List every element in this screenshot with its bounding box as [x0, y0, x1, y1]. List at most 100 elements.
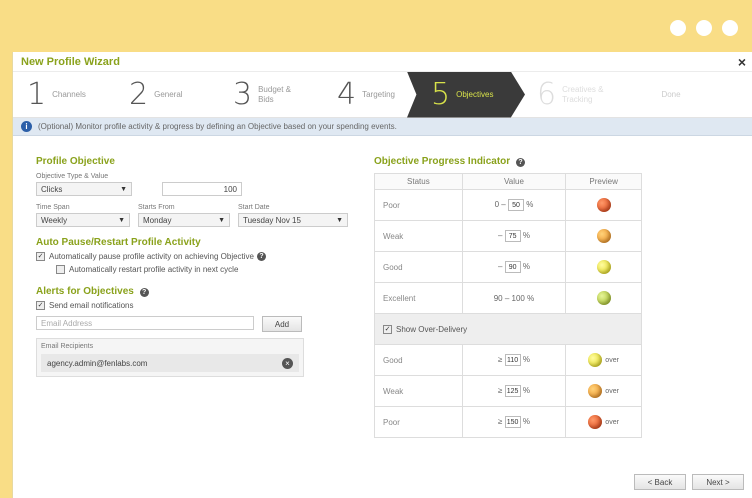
red-ball-icon	[588, 415, 603, 429]
table-row: Good – 90 %	[374, 251, 642, 283]
step-label: Creatives & Tracking	[562, 84, 604, 104]
step-general[interactable]: 2 General	[115, 72, 219, 118]
help-icon[interactable]: ?	[139, 288, 149, 297]
objective-value-input[interactable]: 100	[162, 182, 242, 196]
column-header: Preview	[565, 173, 642, 190]
time-span-select[interactable]: Weekly ▼	[36, 213, 130, 227]
value-input[interactable]: 110	[504, 354, 521, 366]
step-number: 1	[27, 77, 47, 112]
value-input[interactable]: 150	[504, 416, 521, 428]
email-notify-checkbox[interactable]: ✓ Send email notifications	[36, 301, 326, 310]
value-cell: ≥ 125 %	[461, 375, 567, 407]
step-number: 5	[431, 77, 451, 112]
footer-buttons: < Back Next >	[634, 474, 744, 490]
preview-cell	[565, 220, 642, 252]
step-label: Budget & Bids	[258, 84, 292, 104]
select-value: Weekly	[41, 215, 68, 225]
step-targeting[interactable]: 4 Targeting	[323, 72, 407, 118]
value-input[interactable]: 90	[504, 261, 521, 273]
value-suffix: %	[526, 200, 534, 209]
remove-icon[interactable]: ×	[282, 357, 293, 369]
value-suffix: %	[522, 231, 530, 240]
value-input[interactable]: 75	[504, 230, 521, 242]
step-channels[interactable]: 1 Channels	[13, 72, 115, 118]
column-header: Status	[374, 173, 463, 190]
dot-icon	[670, 20, 686, 36]
checkbox-checked[interactable]: ✓	[36, 301, 45, 310]
over-label: over	[605, 387, 619, 395]
green-ball-icon	[596, 291, 611, 305]
window-dots	[670, 20, 738, 36]
email-address-input[interactable]: Email Address	[36, 316, 254, 330]
step-label: General	[154, 89, 183, 99]
preview-cell	[565, 251, 642, 283]
indicator-table: Status Value Preview Poor 0 – 50 % Weak …	[374, 173, 642, 438]
auto-restart-checkbox[interactable]: Automatically restart profile activity i…	[56, 265, 326, 274]
over-delivery-cell: ✓ Show Over-Delivery	[374, 313, 642, 345]
auto-pause-checkbox[interactable]: ✓ Automatically pause profile activity o…	[36, 252, 326, 261]
value-input[interactable]: 50	[507, 199, 524, 211]
dropdown-arrow-icon: ▼	[218, 216, 225, 224]
dropdown-arrow-icon: ▼	[336, 216, 343, 224]
start-date-select[interactable]: Tuesday Nov 15 ▼	[238, 213, 348, 227]
dot-icon	[722, 20, 738, 36]
checkbox-checked[interactable]: ✓	[383, 325, 392, 334]
value-input[interactable]: 125	[504, 385, 521, 397]
value-suffix: %	[522, 386, 530, 395]
step-label: Channels	[52, 89, 86, 99]
done-button[interactable]: Done	[629, 72, 713, 118]
checkbox-unchecked[interactable]	[56, 265, 65, 274]
preview-cell: over	[565, 406, 642, 438]
preview-cell: over	[565, 375, 642, 407]
over-label: over	[605, 418, 619, 426]
checkbox-checked[interactable]: ✓	[36, 252, 45, 261]
table-row: Poor ≥ 150 % over	[374, 406, 642, 438]
starts-from-label: Starts From	[138, 204, 175, 211]
status-cell: Poor	[374, 189, 463, 221]
step-label: Objectives	[456, 89, 494, 99]
wizard-steps: 1 Channels 2 General 3 Budget & Bids 4 T…	[13, 71, 752, 118]
step-budget-bids[interactable]: 3 Budget & Bids	[219, 72, 323, 118]
table-row: Good ≥ 110 % over	[374, 344, 642, 376]
over-label: over	[605, 356, 619, 364]
select-value: Monday	[143, 215, 172, 225]
table-row: Weak ≥ 125 % over	[374, 375, 642, 407]
info-icon: i	[21, 121, 32, 132]
help-icon[interactable]: ?	[515, 158, 525, 167]
dropdown-arrow-icon: ▼	[120, 185, 127, 193]
value-prefix: ≥	[497, 417, 503, 426]
over-indicator: over	[566, 415, 641, 429]
back-button[interactable]: < Back	[634, 474, 686, 490]
checkbox-label: Show Over-Delivery	[396, 325, 468, 334]
table-row: Poor 0 – 50 %	[374, 189, 642, 221]
step-objectives[interactable]: 5 Objectives	[407, 71, 525, 118]
yellow-ball-icon	[596, 260, 611, 274]
table-header-row: Status Value Preview	[374, 173, 642, 190]
starts-from-select[interactable]: Monday ▼	[138, 213, 230, 227]
preview-cell	[565, 282, 642, 314]
browser-top-bar	[0, 0, 752, 52]
value-cell: – 90 %	[461, 251, 567, 283]
step-creatives-tracking[interactable]: 6 Creatives & Tracking	[525, 72, 629, 118]
checkbox-label: Send email notifications	[49, 301, 134, 310]
step-number: 6	[537, 77, 557, 112]
over-indicator: over	[566, 384, 641, 398]
preview-cell: over	[565, 344, 642, 376]
next-button[interactable]: Next >	[692, 474, 744, 490]
orange-ball-icon	[588, 384, 603, 398]
value-prefix: –	[497, 231, 503, 240]
objective-type-select[interactable]: Clicks ▼	[36, 182, 132, 196]
help-icon[interactable]: ?	[257, 252, 266, 261]
add-email-button[interactable]: Add	[262, 316, 302, 332]
value-suffix: %	[522, 355, 530, 364]
close-icon[interactable]: ×	[738, 54, 746, 70]
auto-pause-heading: Auto Pause/Restart Profile Activity	[36, 237, 201, 248]
table-row: Weak – 75 %	[374, 220, 642, 252]
step-number: 2	[129, 77, 149, 112]
orange-ball-icon	[596, 229, 611, 243]
over-delivery-checkbox[interactable]: ✓ Show Over-Delivery	[383, 325, 467, 334]
recipient-email: agency.admin@fenlabs.com	[47, 358, 148, 368]
recipients-label: Email Recipients	[41, 343, 94, 350]
value-cell: 0 – 50 %	[461, 189, 567, 221]
status-cell: Weak	[374, 220, 463, 252]
